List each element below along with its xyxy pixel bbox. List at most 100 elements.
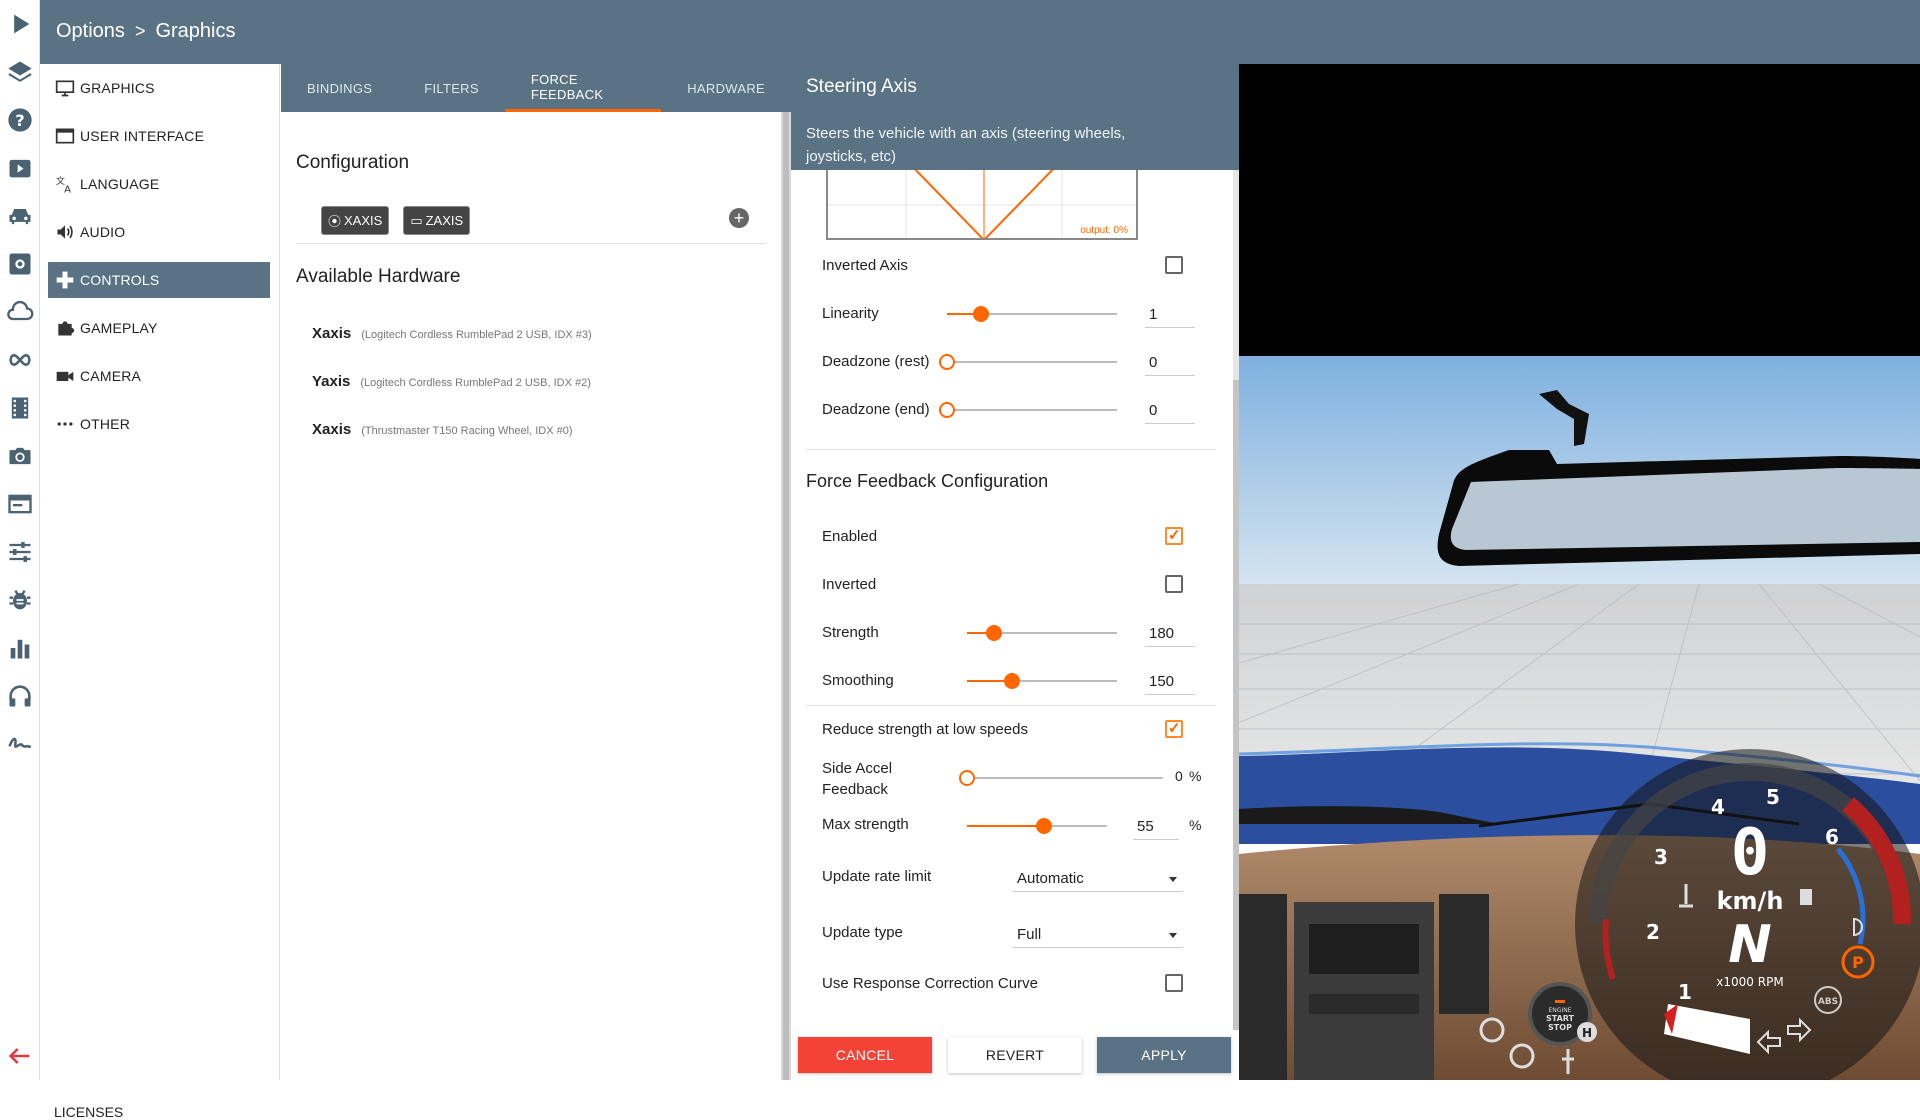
smoothing-slider[interactable] [967,673,1117,689]
signature-icon[interactable] [0,720,40,768]
tab-force-feedback[interactable]: FORCE FEEDBACK [504,64,662,112]
inverted-axis-checkbox[interactable] [1165,256,1183,274]
config-chip[interactable]: ▭ ZAXIS [403,206,471,235]
side-accel-slider[interactable] [959,770,1163,786]
menu-item-gameplay[interactable]: GAMEPLAY [48,310,270,346]
cancel-button[interactable]: CANCEL [798,1037,932,1073]
deadzone-rest-slider[interactable] [939,354,1117,370]
update-type-select[interactable]: Full [1013,924,1183,948]
sliders-icon[interactable] [0,528,40,576]
window-icon[interactable] [0,480,40,528]
licenses-link[interactable]: LICENSES [54,1104,123,1120]
camera-icon[interactable] [0,432,40,480]
deadzone-end-slider[interactable] [939,402,1117,418]
breadcrumb-root[interactable]: Options [56,20,125,43]
hardware-title: Available Hardware [296,266,461,287]
slider-knob[interactable] [986,625,1002,641]
menu-item-graphics[interactable]: GRAPHICS [48,70,270,106]
select-value: Full [1017,926,1042,943]
ffb-inverted-checkbox[interactable] [1165,575,1183,593]
steering-settings-panel: output: 0% Steering Axis Steers the vehi… [791,64,1239,1080]
menu-item-label: CONTROLS [80,272,160,288]
dashboard-hud: 4 5 6 3 2 1 0 km/h N x1000 RPM P ABS ENG… [1479,749,1920,1080]
speed-readout: 0 [1731,816,1770,890]
linearity-input[interactable]: 1 [1145,304,1195,328]
hardware-device: (Thrustmaster T150 Racing Wheel, IDX #0) [361,425,573,437]
puzzle-icon [54,317,76,339]
slider-knob[interactable] [959,770,975,786]
menu-item-other[interactable]: OTHER [48,406,270,442]
side-accel-label: Side Accel Feedback [822,760,893,798]
tab-filters[interactable]: FILTERS [398,64,505,112]
add-config-button[interactable]: + [729,208,749,228]
layers-icon[interactable] [0,48,40,96]
slider-knob[interactable] [1004,673,1020,689]
scrollbar[interactable] [781,112,791,1080]
help-icon[interactable]: ? [0,96,40,144]
menu-item-controls[interactable]: CONTROLS [48,262,270,298]
slider-knob[interactable] [939,402,955,418]
hardware-item[interactable]: Xaxis (Logitech Cordless RumblePad 2 USB… [312,325,592,342]
deadzone-end-input[interactable]: 0 [1145,400,1195,424]
scrollbar-thumb[interactable] [783,112,789,1080]
category-menu: GRAPHICS USER INTERFACE 文A LANGUAGE AUDI… [40,64,280,1120]
deadzone-rest-input[interactable]: 0 [1145,352,1195,376]
abs-indicator: ABS [1818,997,1838,1007]
headphones-icon[interactable] [0,672,40,720]
bug-icon[interactable] [0,576,40,624]
divider [296,243,766,244]
rpm-unit: x1000 RPM [1716,975,1783,989]
config-chip-list: ⦿ XAXIS ▭ ZAXIS [321,206,471,235]
video-camera-icon [54,365,76,387]
revert-button[interactable]: REVERT [948,1037,1082,1073]
max-strength-input[interactable]: 55 [1133,816,1179,840]
breadcrumb: Options > Graphics [56,20,235,43]
tab-bindings[interactable]: BINDINGS [281,64,398,112]
cloud-icon[interactable] [0,288,40,336]
response-curve-checkbox[interactable] [1165,974,1183,992]
chart-icon[interactable] [0,624,40,672]
smoothing-input[interactable]: 150 [1145,671,1195,695]
icon-rail: ? [0,0,40,1080]
strength-input[interactable]: 180 [1145,623,1195,647]
menu-item-camera[interactable]: CAMERA [48,358,270,394]
strength-slider[interactable] [967,625,1117,641]
reduce-strength-checkbox[interactable] [1165,719,1183,738]
slider-knob[interactable] [973,306,989,322]
media-icon[interactable] [0,144,40,192]
panel-description: Steers the vehicle with an axis (steerin… [806,125,1126,165]
more-dots-icon [54,413,76,435]
infinity-icon[interactable] [0,336,40,384]
update-type-label: Update type [822,924,903,941]
hardware-item[interactable]: Yaxis (Logitech Cordless RumblePad 2 USB… [312,373,591,390]
rpm-tick: 3 [1654,845,1668,869]
rpm-tick: 5 [1766,785,1780,809]
car-icon[interactable] [0,192,40,240]
translate-icon: 文A [54,173,76,195]
smoothing-label: Smoothing [822,672,894,689]
slider-knob[interactable] [1036,818,1052,834]
menu-item-audio[interactable]: AUDIO [48,214,270,250]
joystick-icon: ⦿ [328,214,342,229]
max-strength-slider[interactable] [967,818,1107,834]
slider-knob[interactable] [939,354,955,370]
play-icon[interactable] [0,0,40,48]
config-chip[interactable]: ⦿ XAXIS [321,206,390,235]
back-arrow-icon[interactable] [0,1032,40,1080]
svg-text:ENGINE: ENGINE [1549,1007,1572,1014]
menu-item-label: GRAPHICS [80,80,155,96]
hardware-item[interactable]: Xaxis (Thrustmaster T150 Racing Wheel, I… [312,421,573,438]
ffb-enabled-checkbox[interactable] [1165,526,1183,545]
tab-hardware[interactable]: HARDWARE [661,64,791,112]
linearity-slider[interactable] [947,306,1117,322]
device-panel: Configuration ⦿ XAXIS ▭ ZAXIS + Available … [281,112,781,1080]
gamepad-icon [54,269,76,291]
apply-button[interactable]: APPLY [1097,1037,1231,1073]
menu-item-label: LANGUAGE [80,176,160,192]
update-rate-select[interactable]: Automatic [1013,868,1183,892]
menu-item-user-interface[interactable]: USER INTERFACE [48,118,270,154]
film-icon[interactable] [0,384,40,432]
deadzone-end-label: Deadzone (end) [822,401,930,418]
settings-icon[interactable] [0,240,40,288]
menu-item-language[interactable]: 文A LANGUAGE [48,166,270,202]
